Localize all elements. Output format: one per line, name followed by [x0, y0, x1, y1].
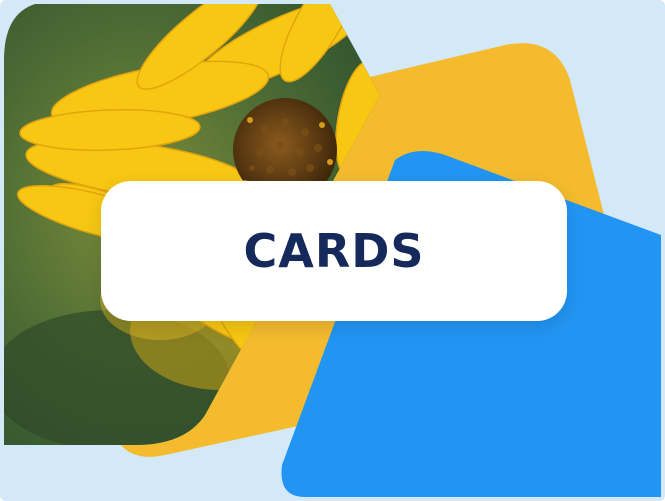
thumbnail-frame: CARDS — [0, 0, 665, 501]
title-text: CARDS — [243, 224, 425, 278]
title-card: CARDS — [101, 181, 567, 321]
